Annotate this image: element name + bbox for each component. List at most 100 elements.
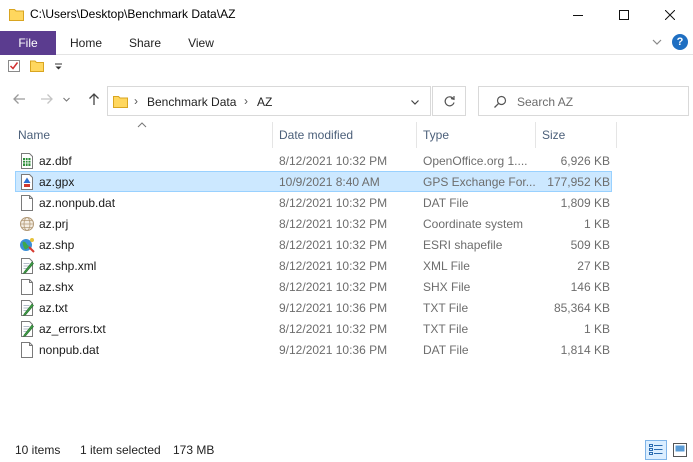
file-row-az-shp-xml[interactable]: az.shp.xml 8/12/2021 10:32 PM XML File 2…: [15, 255, 612, 276]
column-divider[interactable]: [272, 122, 273, 148]
customize-toolbar-dropdown-icon[interactable]: [54, 62, 63, 71]
gpx-file-icon: [19, 174, 35, 190]
file-row-az-nonpub-dat[interactable]: az.nonpub.dat 8/12/2021 10:32 PM DAT Fil…: [15, 192, 612, 213]
file-size: 85,364 KB: [553, 301, 610, 315]
column-header-name[interactable]: Name: [18, 128, 50, 142]
file-type: SHX File: [423, 280, 471, 294]
file-type: TXT File: [423, 301, 469, 315]
forward-button[interactable]: [37, 89, 57, 109]
file-size: 177,952 KB: [547, 175, 610, 189]
up-button[interactable]: [84, 89, 104, 109]
tab-home[interactable]: Home: [60, 31, 112, 55]
file-name: az.prj: [39, 217, 69, 231]
arrow-up-icon: [89, 93, 99, 105]
file-size: 1 KB: [583, 322, 610, 336]
window-title: C:\Users\Desktop\Benchmark Data\AZ: [30, 7, 236, 21]
properties-icon[interactable]: [7, 59, 21, 73]
column-header-size[interactable]: Size: [542, 128, 565, 142]
details-view-button[interactable]: [645, 440, 667, 460]
file-name: az.gpx: [39, 175, 75, 189]
file-size: 27 KB: [577, 259, 610, 273]
file-row-az-errors-txt[interactable]: az_errors.txt 8/12/2021 10:32 PM TXT Fil…: [15, 318, 612, 339]
quick-access-toolbar: [0, 56, 693, 78]
arrow-left-icon: [13, 94, 25, 104]
item-count: 10 items: [15, 443, 61, 457]
file-date: 9/12/2021 10:36 PM: [279, 301, 388, 315]
file-row-az-txt[interactable]: az.txt 9/12/2021 10:36 PM TXT File 85,36…: [15, 297, 612, 318]
large-icons-view-button[interactable]: [670, 440, 690, 460]
file-name: az.shp: [39, 238, 75, 252]
blank-file-icon: [19, 342, 35, 358]
column-header-type[interactable]: Type: [423, 128, 449, 142]
file-row-az-gpx[interactable]: az.gpx 10/9/2021 8:40 AM GPS Exchange Fo…: [15, 171, 612, 192]
column-divider[interactable]: [535, 122, 536, 148]
tab-view[interactable]: View: [178, 31, 224, 55]
title-bar: C:\Users\Desktop\Benchmark Data\AZ: [0, 0, 693, 31]
file-name: az_errors.txt: [39, 322, 106, 336]
file-row-az-shp[interactable]: az.shp 8/12/2021 10:32 PM ESRI shapefile…: [15, 234, 612, 255]
file-size: 1,814 KB: [560, 343, 610, 357]
file-size: 6,926 KB: [560, 154, 610, 168]
minimize-button[interactable]: [555, 0, 601, 30]
file-row-az-prj[interactable]: az.prj 8/12/2021 10:32 PM Coordinate sys…: [15, 213, 612, 234]
ribbon-tabs: File Home Share View ?: [0, 31, 693, 55]
column-headers: Name Date modified Type Size: [0, 122, 693, 148]
file-size: 1,809 KB: [560, 196, 610, 210]
address-history-chevron-icon[interactable]: [410, 97, 420, 107]
file-size: 146 KB: [570, 280, 610, 294]
file-row-az-shx[interactable]: az.shx 8/12/2021 10:32 PM SHX File 146 K…: [15, 276, 612, 297]
file-type: TXT File: [423, 322, 469, 336]
search-input[interactable]: [517, 93, 677, 111]
selection-count: 1 item selected: [80, 443, 161, 457]
file-size: 509 KB: [570, 238, 610, 252]
file-type: XML File: [423, 259, 470, 273]
file-type: OpenOffice.org 1....: [423, 154, 528, 168]
navigation-bar: › Benchmark Data › AZ: [0, 82, 693, 118]
file-row-nonpub-dat[interactable]: nonpub.dat 9/12/2021 10:36 PM DAT File 1…: [15, 339, 612, 360]
file-date: 9/12/2021 10:36 PM: [279, 343, 388, 357]
recent-locations-button[interactable]: [60, 89, 72, 109]
file-name: az.shp.xml: [39, 259, 97, 273]
file-type: DAT File: [423, 196, 469, 210]
blank-file-icon: [19, 195, 35, 211]
search-box[interactable]: [478, 86, 689, 116]
file-date: 10/9/2021 8:40 AM: [279, 175, 380, 189]
globe-file-icon: [19, 216, 35, 232]
arrow-right-icon: [41, 94, 53, 104]
file-type: DAT File: [423, 343, 469, 357]
notepad-file-icon: [19, 321, 35, 337]
refresh-button[interactable]: [432, 86, 466, 116]
file-row-az-dbf[interactable]: az.dbf 8/12/2021 10:32 PM OpenOffice.org…: [15, 150, 612, 171]
new-folder-icon[interactable]: [30, 60, 44, 72]
column-divider[interactable]: [616, 122, 617, 148]
expand-ribbon-chevron-icon[interactable]: [651, 36, 663, 48]
file-date: 8/12/2021 10:32 PM: [279, 259, 388, 273]
search-icon: [494, 95, 507, 108]
folder-icon: [9, 9, 24, 21]
file-date: 8/12/2021 10:32 PM: [279, 238, 388, 252]
file-date: 8/12/2021 10:32 PM: [279, 280, 388, 294]
tab-share[interactable]: Share: [121, 31, 169, 55]
file-type: Coordinate system: [423, 217, 524, 231]
breadcrumb-az[interactable]: AZ: [257, 95, 272, 109]
breadcrumb-separator[interactable]: ›: [244, 94, 248, 108]
file-name: az.txt: [39, 301, 68, 315]
shapefile-globe-icon: [19, 237, 35, 253]
column-divider[interactable]: [416, 122, 417, 148]
details-view-icon: [649, 444, 663, 455]
breadcrumb-benchmark-data[interactable]: Benchmark Data: [147, 95, 236, 109]
minimize-icon: [573, 15, 583, 16]
tab-file[interactable]: File: [0, 31, 56, 55]
file-type: GPS Exchange For...: [423, 175, 536, 189]
maximize-button[interactable]: [601, 0, 647, 30]
back-button[interactable]: [9, 89, 29, 109]
help-icon[interactable]: ?: [672, 34, 688, 50]
notepad-file-icon: [19, 258, 35, 274]
address-bar[interactable]: › Benchmark Data › AZ: [107, 86, 431, 116]
breadcrumb-separator[interactable]: ›: [134, 94, 138, 108]
file-name: az.dbf: [39, 154, 72, 168]
column-header-date-modified[interactable]: Date modified: [279, 128, 353, 142]
close-button[interactable]: [647, 0, 693, 30]
refresh-icon: [444, 95, 455, 106]
status-bar: 10 items 1 item selected 173 MB: [0, 438, 693, 462]
